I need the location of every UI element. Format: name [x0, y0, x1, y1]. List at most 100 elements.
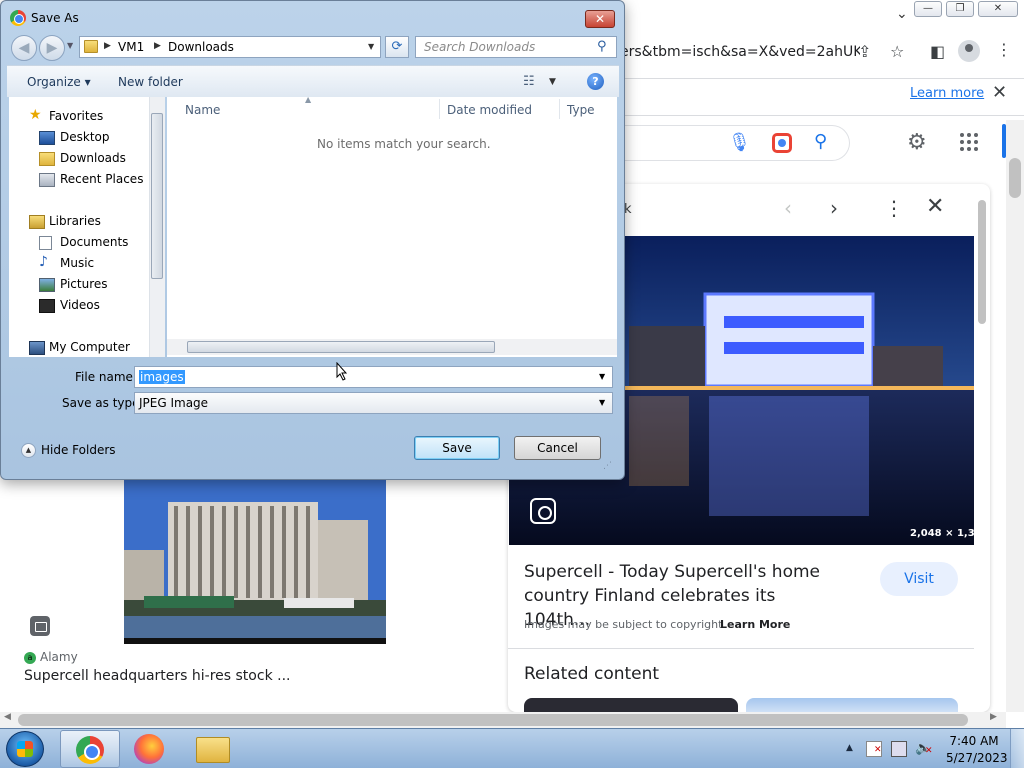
- forward-button[interactable]: ▶: [39, 35, 65, 61]
- network-icon[interactable]: [891, 741, 907, 757]
- column-header-name[interactable]: Name: [185, 103, 220, 117]
- view-options-icon[interactable]: ☷: [523, 74, 535, 89]
- page-scrollbar[interactable]: [1006, 120, 1024, 712]
- column-divider[interactable]: [559, 99, 560, 119]
- maximize-button[interactable]: ❐: [946, 1, 974, 17]
- visit-button[interactable]: Visit: [880, 562, 958, 596]
- taskbar-chrome-button[interactable]: [60, 730, 120, 768]
- gear-icon[interactable]: ⚙: [907, 130, 927, 155]
- documents-icon: [39, 236, 52, 250]
- preview-title: k: [624, 202, 632, 217]
- copyright-learn-more-link[interactable]: Learn More: [720, 618, 790, 631]
- google-search-box[interactable]: [600, 125, 850, 161]
- save-type-select[interactable]: JPEG Image ▼: [134, 392, 613, 414]
- breadcrumb-item[interactable]: VM1: [118, 40, 144, 54]
- navigation-pane: ★ Favorites Desktop Downloads Recent Pla…: [9, 97, 165, 357]
- back-button[interactable]: ◀: [11, 35, 37, 61]
- flag-icon[interactable]: [866, 741, 882, 757]
- column-divider[interactable]: [439, 99, 440, 119]
- preview-more-icon[interactable]: ⋮: [884, 196, 904, 220]
- preview-scrollbar-thumb[interactable]: [978, 200, 986, 324]
- file-name-dropdown-icon[interactable]: ▼: [599, 372, 605, 381]
- column-header-type[interactable]: Type: [567, 103, 595, 117]
- nav-item-documents[interactable]: Documents: [60, 235, 128, 249]
- search-icon[interactable]: ⚲: [814, 131, 827, 152]
- tab-search-chevron-icon[interactable]: ⌄: [896, 6, 908, 22]
- result-image[interactable]: [124, 480, 386, 644]
- hide-folders-chevron-icon[interactable]: ▲: [21, 443, 36, 458]
- nav-item-pictures[interactable]: Pictures: [60, 277, 108, 291]
- nav-item-desktop[interactable]: Desktop: [60, 130, 110, 144]
- nav-item-recent-places[interactable]: Recent Places: [60, 172, 143, 186]
- nav-item-libraries[interactable]: Libraries: [49, 214, 101, 228]
- save-type-dropdown-icon[interactable]: ▼: [599, 398, 605, 407]
- recent-locations-dropdown-icon[interactable]: ▼: [67, 41, 73, 50]
- nav-item-my-computer[interactable]: My Computer: [49, 340, 130, 354]
- result-source[interactable]: Alamy: [40, 650, 78, 664]
- lens-icon[interactable]: [772, 133, 792, 153]
- organize-button[interactable]: Organize ▾: [27, 75, 91, 89]
- file-name-value[interactable]: images: [139, 370, 185, 384]
- help-icon[interactable]: ?: [587, 73, 604, 90]
- bookmark-star-icon[interactable]: ☆: [890, 42, 904, 61]
- share-icon[interactable]: ⇪: [858, 42, 871, 61]
- browser-menu-icon[interactable]: ⋮: [996, 40, 1012, 59]
- view-dropdown-icon[interactable]: ▼: [549, 77, 556, 87]
- related-thumbnail[interactable]: [524, 698, 738, 712]
- breadcrumb-separator-icon[interactable]: ▶: [104, 41, 111, 51]
- nav-item-videos[interactable]: Videos: [60, 298, 100, 312]
- address-bar[interactable]: ers&tbm=isch&sa=X&ved=2ahUK...: [620, 38, 860, 66]
- search-icon[interactable]: ⚲: [597, 39, 607, 54]
- profile-avatar[interactable]: [958, 40, 980, 62]
- preview-close-icon[interactable]: ✕: [926, 194, 944, 219]
- column-header-date-modified[interactable]: Date modified: [447, 103, 532, 117]
- refresh-button[interactable]: ⟳: [385, 36, 409, 58]
- window-close-button[interactable]: ✕: [978, 1, 1018, 17]
- nav-item-downloads[interactable]: Downloads: [60, 151, 126, 165]
- show-desktop-button[interactable]: [1010, 729, 1024, 768]
- image-result-card[interactable]: a Alamy Supercell headquarters hi-res st…: [18, 472, 488, 710]
- clock-time[interactable]: 7:40 AM: [946, 734, 1002, 748]
- related-thumbnail[interactable]: [746, 698, 958, 712]
- save-as-dialog: Save As ✕ ◀ ▶ ▼ ▶ VM1 ▶ Downloads ▼ ⟳ Se…: [0, 0, 625, 480]
- preview-next-icon[interactable]: ›: [830, 196, 838, 220]
- cancel-button[interactable]: Cancel: [514, 436, 601, 460]
- scroll-left-icon[interactable]: ◀: [4, 712, 11, 722]
- firefox-icon[interactable]: [134, 734, 164, 764]
- dialog-close-button[interactable]: ✕: [585, 10, 615, 28]
- file-list-scrollbar-thumb[interactable]: [187, 341, 495, 353]
- infobar-learn-more-link[interactable]: Learn more: [910, 86, 984, 101]
- search-input[interactable]: Search Downloads: [415, 36, 617, 58]
- preview-lens-icon[interactable]: [530, 498, 556, 524]
- scroll-right-icon[interactable]: ▶: [990, 712, 997, 722]
- volume-muted-icon: ✕: [925, 746, 933, 756]
- breadcrumb-separator-icon[interactable]: ▶: [154, 41, 161, 51]
- horizontal-scrollbar-thumb[interactable]: [18, 714, 968, 726]
- nav-pane-scrollbar-thumb[interactable]: [151, 113, 163, 279]
- command-bar: Organize ▾ New folder ☷ ▼ ?: [7, 65, 619, 97]
- tray-expand-icon[interactable]: ▲: [846, 743, 853, 753]
- libraries-icon: [29, 215, 45, 229]
- mic-icon[interactable]: 🎙: [728, 132, 751, 153]
- explorer-icon[interactable]: [196, 737, 230, 763]
- nav-item-music[interactable]: Music: [60, 256, 94, 270]
- result-title[interactable]: Supercell headquarters hi-res stock ...: [24, 668, 290, 684]
- resize-grip-icon[interactable]: ⋰: [603, 461, 612, 471]
- path-dropdown-icon[interactable]: ▼: [368, 42, 374, 51]
- breadcrumb-item[interactable]: Downloads: [168, 40, 234, 54]
- file-name-input[interactable]: images ▼: [134, 366, 613, 388]
- nav-item-favorites[interactable]: Favorites: [49, 109, 103, 123]
- hide-folders-button[interactable]: Hide Folders: [41, 443, 116, 457]
- side-panel-icon[interactable]: ◧: [930, 42, 945, 61]
- minimize-button[interactable]: —: [914, 1, 942, 17]
- preview-prev-icon[interactable]: ‹: [784, 196, 792, 220]
- apps-icon[interactable]: [960, 133, 978, 151]
- infobar-close-icon[interactable]: ✕: [992, 82, 1007, 103]
- new-folder-button[interactable]: New folder: [118, 75, 183, 89]
- clock-date[interactable]: 5/27/2023: [946, 751, 1008, 765]
- breadcrumb[interactable]: ▶ VM1 ▶ Downloads ▼: [79, 36, 381, 58]
- page-scrollbar-thumb[interactable]: [1009, 158, 1021, 198]
- save-button[interactable]: Save: [414, 436, 500, 460]
- save-type-value[interactable]: JPEG Image: [139, 396, 208, 410]
- start-button[interactable]: [6, 731, 44, 767]
